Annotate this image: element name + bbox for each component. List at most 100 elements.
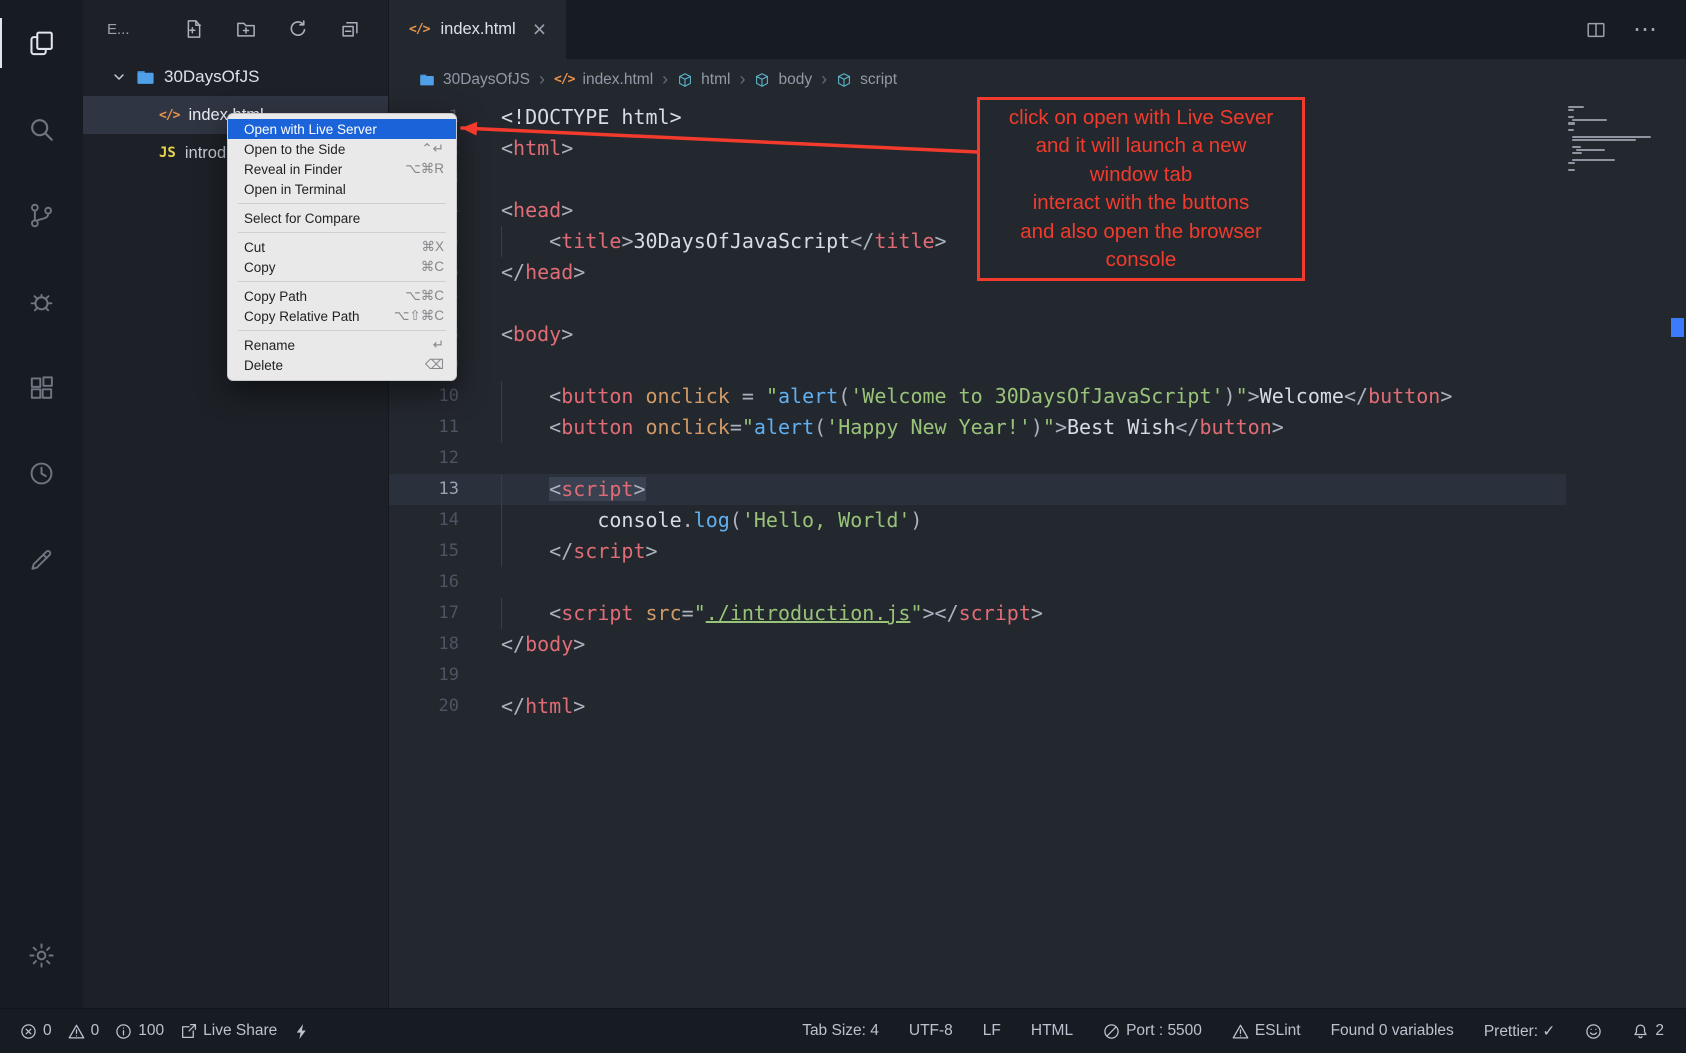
overview-ruler-marker[interactable]	[1671, 318, 1684, 337]
status-notifications[interactable]: 2	[1632, 1022, 1664, 1040]
status-text: Prettier: ✓	[1484, 1022, 1556, 1041]
menu-item-label: Copy	[244, 260, 405, 275]
status-variables[interactable]: Found 0 variables	[1331, 1022, 1454, 1040]
status-live-share[interactable]: Live Share	[180, 1022, 277, 1040]
new-file-icon[interactable]	[184, 19, 204, 39]
activity-bar-item-feedback[interactable]	[0, 516, 83, 602]
menu-item-shortcut: ⌥⇧⌘C	[394, 308, 444, 324]
menu-item-cut[interactable]: Cut⌘X	[228, 237, 456, 257]
code-line-20: 20</html>	[389, 691, 1566, 722]
menu-item-shortcut: ⌥⌘R	[405, 161, 444, 177]
line-content: <script src="./introduction.js"></script…	[501, 598, 1043, 629]
breadcrumb-label: html	[701, 71, 730, 89]
activity-bar-item-history[interactable]	[0, 430, 83, 516]
breadcrumb-html[interactable]: html	[677, 71, 730, 89]
status-encoding[interactable]: UTF-8	[909, 1022, 953, 1040]
more-actions-icon[interactable]: ⋯	[1633, 15, 1658, 44]
status-bar-left: 00 100 Live Share	[20, 1022, 310, 1040]
menu-item-shortcut: ⌫	[425, 357, 444, 373]
code-line-8: 8<body>	[389, 319, 1566, 350]
activity-bar-item-search[interactable]	[0, 86, 83, 172]
line-number: 19	[389, 660, 459, 691]
menu-item-open-with-live-server[interactable]: Open with Live Server	[228, 119, 456, 139]
menu-separator	[238, 203, 446, 204]
line-number: 11	[389, 412, 459, 443]
menu-item-select-for-compare[interactable]: Select for Compare	[228, 208, 456, 228]
status-text: 0	[43, 1022, 52, 1040]
annotation-line: console	[980, 246, 1302, 275]
status-eol[interactable]: LF	[983, 1022, 1001, 1040]
new-folder-icon[interactable]	[236, 19, 256, 39]
line-content: <title>30DaysOfJavaScript</title>	[501, 226, 947, 257]
activity-bar-item-explorer[interactable]	[0, 0, 83, 86]
status-port[interactable]: Port : 5500	[1103, 1022, 1202, 1040]
status-errors[interactable]: 0	[20, 1022, 52, 1040]
menu-item-label: Copy Relative Path	[244, 309, 378, 324]
menu-item-delete[interactable]: Delete ⌫	[228, 355, 456, 375]
tab-close-icon[interactable]: ×	[533, 18, 546, 41]
refresh-icon[interactable]	[288, 19, 308, 39]
status-warnings[interactable]: 0	[68, 1022, 100, 1040]
menu-item-label: Reveal in Finder	[244, 162, 389, 177]
status-lightning[interactable]	[293, 1023, 310, 1040]
status-text: HTML	[1031, 1022, 1073, 1040]
annotation-box: click on open with Live Severand it will…	[977, 97, 1305, 281]
tree-root-folder[interactable]: 30DaysOfJS	[83, 58, 388, 96]
warning-icon	[1232, 1023, 1249, 1040]
activity-bar-item-source-control[interactable]	[0, 172, 83, 258]
menu-item-reveal-in-finder[interactable]: Reveal in Finder ⌥⌘R	[228, 159, 456, 179]
menu-item-rename[interactable]: Rename↵	[228, 335, 456, 355]
debug-icon	[27, 287, 56, 316]
status-bar-right: Tab Size: 4 UTF-8 LF HTML Port : 5500 ESLint F…	[802, 1022, 1664, 1041]
line-content: console.log('Hello, World')	[501, 505, 922, 536]
line-content: <button onclick = "alert('Welcome to 30D…	[501, 381, 1452, 412]
html-file-icon: </>	[409, 22, 429, 37]
annotation-line: window tab	[980, 161, 1302, 190]
activity-bar-top	[0, 0, 83, 602]
menu-separator	[238, 232, 446, 233]
live-share-icon	[180, 1023, 197, 1040]
breadcrumb-30daysofjs[interactable]: 30DaysOfJS	[419, 71, 530, 89]
line-content: </script>	[501, 536, 658, 567]
menu-item-copy[interactable]: Copy ⌘C	[228, 257, 456, 277]
breadcrumb-separator: ›	[821, 69, 827, 90]
line-content: <body>	[501, 319, 573, 350]
status-text: ESLint	[1255, 1022, 1301, 1040]
warning-icon	[68, 1023, 85, 1040]
breadcrumb-label: index.html	[583, 71, 654, 89]
menu-item-shortcut: ⌃↵	[421, 141, 444, 157]
folder-icon	[419, 72, 435, 88]
menu-item-copy-path[interactable]: Copy Path⌥⌘C	[228, 286, 456, 306]
activity-bar-item-settings[interactable]	[0, 912, 83, 998]
menu-item-open-to-the-side[interactable]: Open to the Side⌃↵	[228, 139, 456, 159]
smiley-icon	[1585, 1023, 1602, 1040]
menu-item-label: Open with Live Server	[244, 122, 428, 137]
breadcrumb-label: body	[778, 71, 812, 89]
minimap[interactable]	[1568, 106, 1660, 172]
split-editor-icon[interactable]	[1585, 19, 1607, 41]
status-text: 100	[138, 1022, 164, 1040]
line-content: </html>	[501, 691, 585, 722]
status-eslint[interactable]: ESLint	[1232, 1022, 1301, 1040]
line-number: 13	[389, 474, 459, 505]
activity-bar-item-extensions[interactable]	[0, 344, 83, 430]
status-tab-size[interactable]: Tab Size: 4	[802, 1022, 879, 1040]
menu-item-open-in-terminal[interactable]: Open in Terminal	[228, 179, 456, 199]
menu-item-copy-relative-path[interactable]: Copy Relative Path ⌥⇧⌘C	[228, 306, 456, 326]
status-prettier[interactable]: Prettier: ✓	[1484, 1022, 1556, 1041]
activity-bar-item-debug[interactable]	[0, 258, 83, 344]
status-info[interactable]: 100	[115, 1022, 164, 1040]
tab-index-html[interactable]: </> index.html ×	[389, 0, 566, 59]
code-line-14: 14 console.log('Hello, World')	[389, 505, 1566, 536]
status-language-mode[interactable]: HTML	[1031, 1022, 1073, 1040]
annotation-line: and it will launch a new	[980, 132, 1302, 161]
menu-item-shortcut: ⌘C	[421, 259, 444, 275]
breadcrumb-body[interactable]: body	[754, 71, 812, 89]
status-feedback-smiley[interactable]	[1585, 1023, 1602, 1040]
collapse-all-icon[interactable]	[340, 19, 360, 39]
html-file-icon: </>	[554, 72, 574, 87]
breadcrumb-index-html[interactable]: </> index.html	[554, 71, 653, 89]
folder-icon	[136, 68, 155, 87]
menu-item-label: Delete	[244, 358, 409, 373]
breadcrumb-script[interactable]: script	[836, 71, 897, 89]
